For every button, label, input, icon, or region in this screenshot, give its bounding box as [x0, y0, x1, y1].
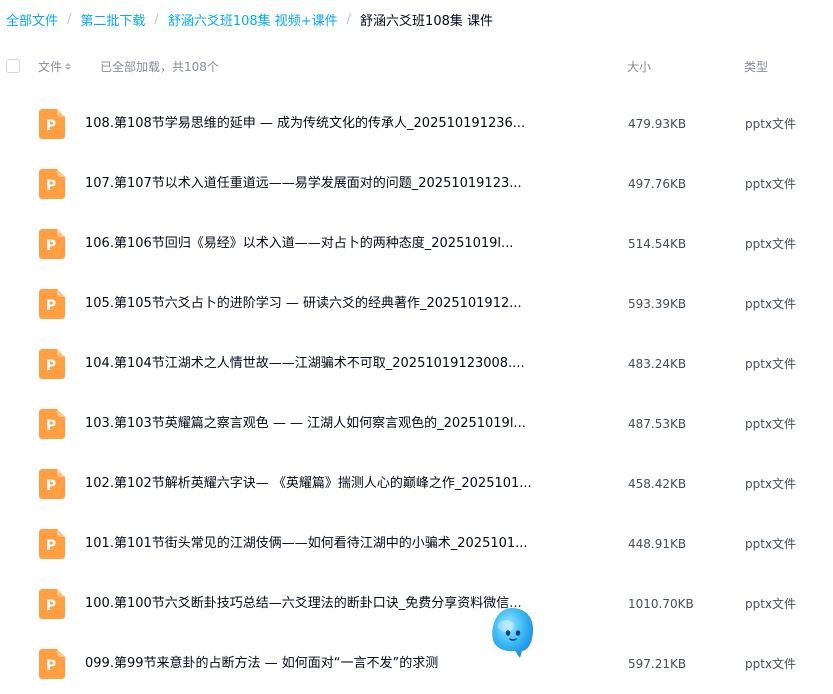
file-name[interactable]: 107.第107节以术入道任重道远——易学发展面对的问题_20251019123…: [85, 154, 522, 214]
file-name[interactable]: 106.第106节回归《易经》以术入道——对占卜的两种态度_20251019l.…: [85, 214, 513, 274]
file-size: 497.76KB: [628, 177, 687, 191]
file-type: pptx文件: [745, 177, 797, 191]
pptx-file-icon: P: [39, 169, 65, 199]
svg-text:P: P: [46, 238, 56, 254]
file-size: 458.42KB: [628, 477, 687, 491]
size-column-label[interactable]: 大小: [627, 58, 651, 75]
pptx-file-icon: P: [39, 349, 65, 379]
svg-text:P: P: [46, 538, 56, 554]
file-name[interactable]: 100.第100节六爻断卦技巧总结—六爻理法的断卦口诀_免费分享资料微信...: [85, 574, 522, 634]
pptx-file-icon: P: [39, 589, 65, 619]
file-name[interactable]: 105.第105节六爻占卜的进阶学习 — 研读六爻的经典著作_202510191…: [85, 274, 522, 334]
load-status-text: 已全部加载，共108个: [100, 60, 219, 74]
file-row[interactable]: P 108.第108节学易思维的延申 — 成为传统文化的传承人_20251019…: [0, 94, 833, 154]
file-size: 479.93KB: [628, 117, 687, 131]
svg-text:P: P: [46, 358, 56, 374]
svg-text:P: P: [46, 418, 56, 434]
file-row[interactable]: P 103.第103节英耀篇之察言观色 — — 江湖人如何察言观色的_20251…: [0, 394, 833, 454]
file-row[interactable]: P 102.第102节解析英耀六字诀— 《英耀篇》揣测人心的巅峰之作_20251…: [0, 454, 833, 514]
file-size: 597.21KB: [628, 657, 687, 671]
file-type: pptx文件: [745, 477, 797, 491]
file-name[interactable]: 108.第108节学易思维的延申 — 成为传统文化的传承人_2025101912…: [85, 94, 525, 154]
file-type: pptx文件: [745, 237, 797, 251]
pptx-file-icon: P: [39, 529, 65, 559]
file-name[interactable]: 104.第104节江湖术之人情世故——江湖骗术不可取_2025101912300…: [85, 334, 525, 394]
breadcrumb-item-batch-2[interactable]: 第二批下载: [80, 10, 145, 29]
breadcrumb-separator: /: [67, 11, 72, 27]
file-type: pptx文件: [745, 537, 797, 551]
breadcrumb-item-all-files[interactable]: 全部文件: [6, 10, 58, 29]
file-row[interactable]: P 101.第101节街头常见的江湖伎俩——如何看待江湖中的小骗术_202510…: [0, 514, 833, 574]
pptx-file-icon: P: [39, 649, 65, 679]
file-type: pptx文件: [745, 597, 797, 611]
file-type: pptx文件: [745, 117, 797, 131]
pptx-file-icon: P: [39, 409, 65, 439]
file-list-header: 文件 已全部加载，共108个 大小 类型: [0, 52, 833, 82]
file-name[interactable]: 103.第103节英耀篇之察言观色 — — 江湖人如何察言观色的_2025101…: [85, 394, 526, 454]
file-list: P 108.第108节学易思维的延申 — 成为传统文化的传承人_20251019…: [0, 94, 833, 694]
file-size: 514.54KB: [628, 237, 687, 251]
breadcrumb-separator: /: [346, 11, 352, 27]
sort-by-name-button[interactable]: 文件: [38, 58, 72, 75]
file-size: 1010.70KB: [628, 597, 694, 611]
sort-icon: [65, 63, 72, 70]
file-size: 593.39KB: [628, 297, 687, 311]
svg-text:P: P: [46, 178, 56, 194]
ai-assistant-icon[interactable]: [484, 600, 540, 664]
file-name[interactable]: 099.第99节来意卦的占断方法 — 如何面对“一言不发”的求测: [85, 634, 438, 694]
file-row[interactable]: P 104.第104节江湖术之人情世故——江湖骗术不可取_20251019123…: [0, 334, 833, 394]
breadcrumb-separator: /: [154, 11, 159, 27]
svg-text:P: P: [46, 118, 56, 134]
file-type: pptx文件: [745, 657, 797, 671]
file-name[interactable]: 102.第102节解析英耀六字诀— 《英耀篇》揣测人心的巅峰之作_2025101…: [85, 454, 532, 514]
file-row[interactable]: P 100.第100节六爻断卦技巧总结—六爻理法的断卦口诀_免费分享资料微信..…: [0, 574, 833, 634]
pptx-file-icon: P: [39, 289, 65, 319]
file-row[interactable]: P 106.第106节回归《易经》以术入道——对占卜的两种态度_20251019…: [0, 214, 833, 274]
breadcrumb-current-folder: 舒涵六爻班108集 课件: [360, 13, 493, 29]
breadcrumb: 全部文件 / 第二批下载 / 舒涵六爻班108集 视频+课件 / 舒涵六爻班10…: [6, 8, 493, 30]
file-row[interactable]: P 105.第105节六爻占卜的进阶学习 — 研读六爻的经典著作_2025101…: [0, 274, 833, 334]
pptx-file-icon: P: [39, 469, 65, 499]
file-size: 487.53KB: [628, 417, 687, 431]
file-row[interactable]: P 107.第107节以术入道任重道远——易学发展面对的问题_202510191…: [0, 154, 833, 214]
svg-text:P: P: [46, 598, 56, 614]
svg-text:P: P: [46, 658, 56, 674]
select-all-checkbox[interactable]: [6, 59, 20, 73]
breadcrumb-item-course-folder[interactable]: 舒涵六爻班108集 视频+课件: [168, 10, 338, 29]
file-type: pptx文件: [745, 297, 797, 311]
file-column-label: 文件: [38, 60, 63, 74]
svg-text:P: P: [46, 478, 56, 494]
file-type: pptx文件: [745, 417, 797, 431]
svg-text:P: P: [46, 298, 56, 314]
file-type: pptx文件: [745, 357, 797, 371]
file-name[interactable]: 101.第101节街头常见的江湖伎俩——如何看待江湖中的小骗术_2025101.…: [85, 514, 528, 574]
type-column-label[interactable]: 类型: [744, 58, 768, 75]
file-size: 448.91KB: [628, 537, 687, 551]
file-size: 483.24KB: [628, 357, 687, 371]
file-row[interactable]: P 099.第99节来意卦的占断方法 — 如何面对“一言不发”的求测 597.2…: [0, 634, 833, 694]
pptx-file-icon: P: [39, 229, 65, 259]
pptx-file-icon: P: [39, 109, 65, 139]
